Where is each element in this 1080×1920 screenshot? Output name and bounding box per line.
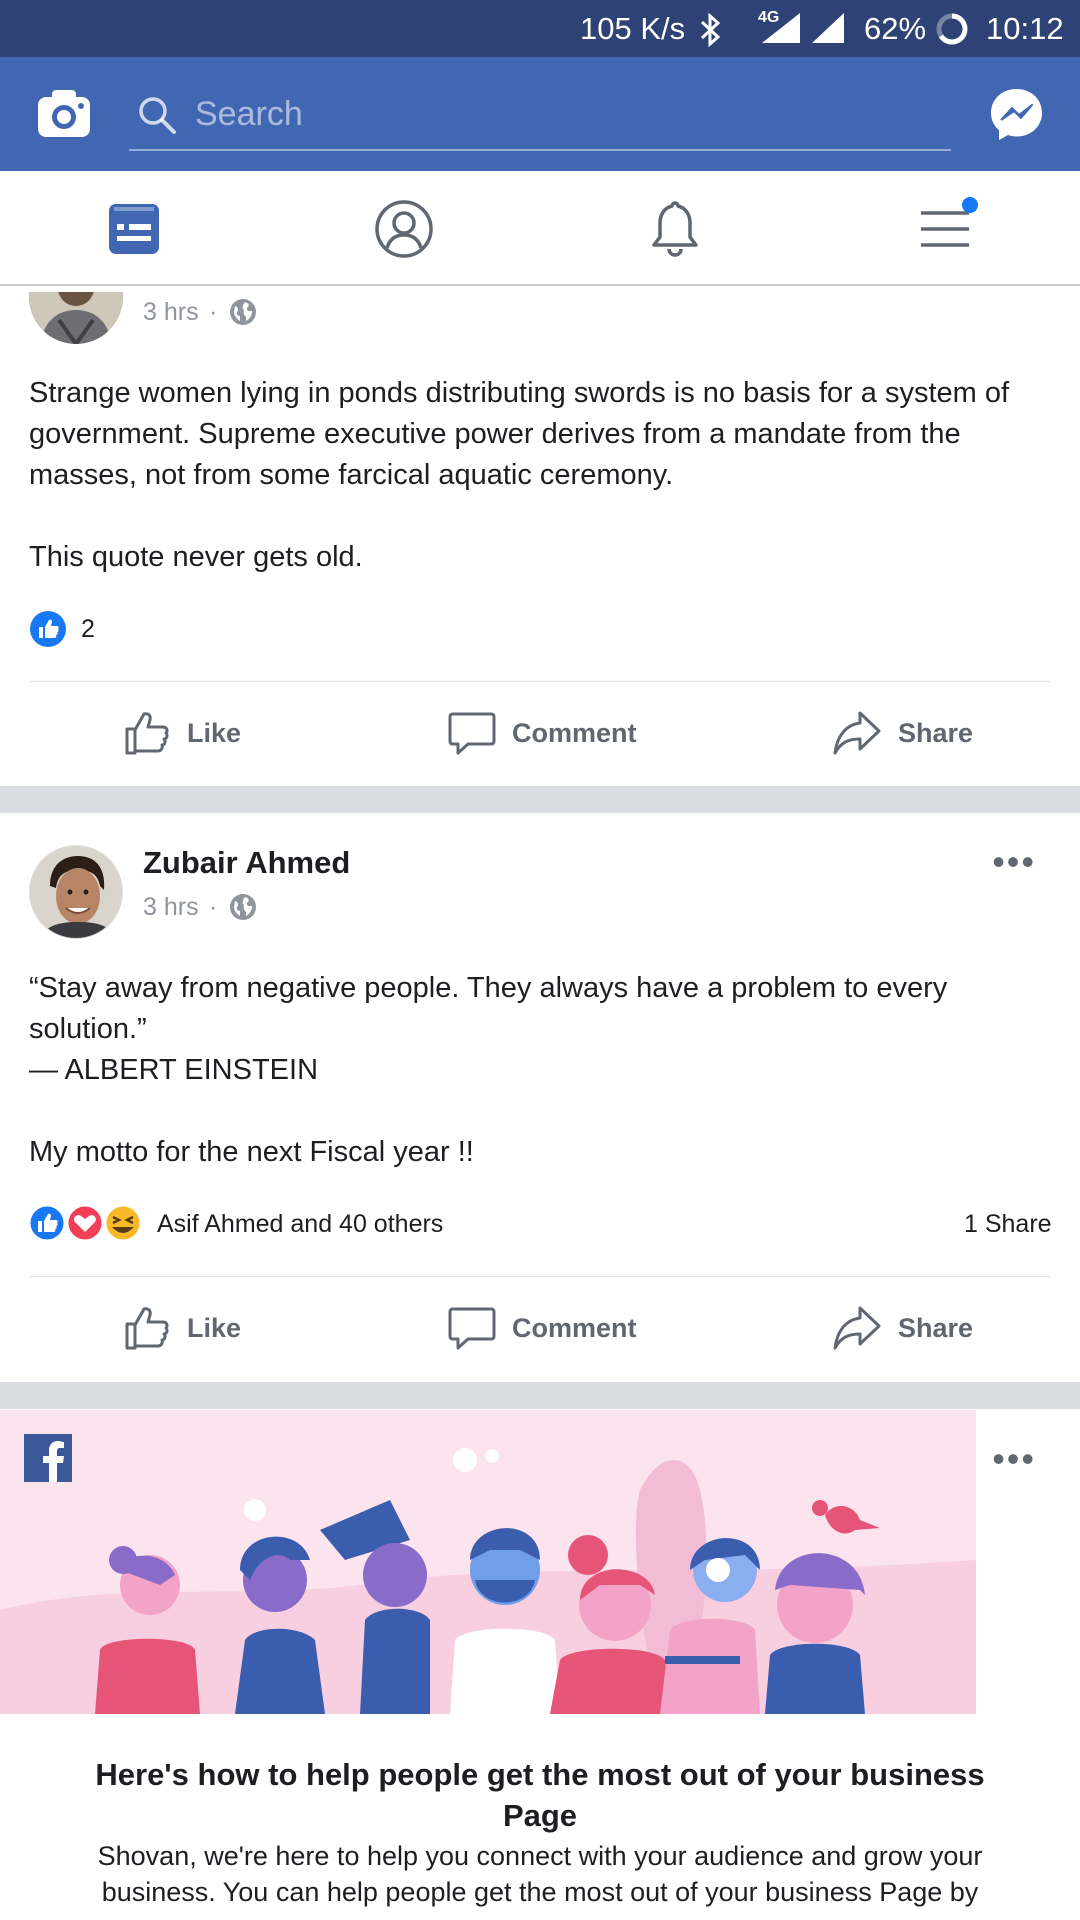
like-label: Like (187, 717, 242, 748)
share-icon (833, 1306, 881, 1350)
status-bar: 105 K/s 4G 62% 10:12 (0, 0, 1080, 57)
post-2-divider (29, 1276, 1051, 1277)
post-2-comment-button[interactable]: Comment (448, 1298, 637, 1358)
battery-ring-icon (936, 13, 968, 45)
post-2-time: 3 hrs (143, 893, 199, 921)
share-label: Share (898, 1312, 974, 1343)
like-reaction-icon (30, 611, 66, 647)
post-1-text: Strange women lying in ponds distributin… (29, 377, 1010, 573)
clock: 10:12 (986, 11, 1064, 46)
battery-percent: 62% (864, 11, 927, 46)
news-feed-icon (109, 204, 159, 254)
search-icon (139, 97, 176, 134)
card-more-options-icon[interactable]: ••• (992, 1441, 1036, 1477)
meta-dot: · (209, 893, 218, 921)
post-2-reactions-text[interactable]: Asif Ahmed and 40 others (157, 1210, 443, 1239)
post-1-reaction-count[interactable]: 2 (81, 615, 95, 644)
menu-icon (921, 197, 978, 247)
network-speed: 105 K/s (580, 11, 686, 46)
post-2-text: “Stay away from negative people. They al… (29, 972, 948, 1168)
share-icon (833, 711, 881, 755)
meta-dot: · (209, 298, 218, 326)
tab-notifications[interactable] (643, 197, 707, 261)
post-1-like-button[interactable]: Like (123, 703, 241, 763)
feed-separator (0, 786, 1080, 813)
bell-icon (652, 201, 698, 257)
notification-dot (962, 197, 978, 213)
like-label: Like (187, 1312, 242, 1343)
post-1-time: 3 hrs (143, 298, 199, 326)
reactions-icons[interactable] (27, 1203, 143, 1243)
bluetooth-icon (700, 13, 721, 47)
signal-icon-2 (812, 13, 844, 43)
post-2-avatar[interactable] (29, 845, 123, 939)
tab-profile[interactable] (372, 197, 436, 261)
comment-label: Comment (512, 1312, 637, 1343)
profile-icon (375, 200, 433, 258)
facebook-logo-icon (24, 1434, 72, 1482)
app-header: Search (0, 57, 1080, 171)
globe-icon (230, 299, 256, 325)
post-2-author[interactable]: Zubair Ahmed (143, 845, 350, 881)
post-1-share-button[interactable]: Share (832, 703, 973, 763)
thumbs-up-icon (125, 1307, 169, 1350)
nav-tabs (0, 171, 1080, 286)
search-placeholder: Search (195, 95, 303, 133)
business-illustration[interactable] (0, 1410, 976, 1714)
messenger-icon[interactable] (988, 86, 1045, 143)
post-2-share-button[interactable]: Share (832, 1298, 973, 1358)
post-2-like-button[interactable]: Like (123, 1298, 241, 1358)
comment-icon (448, 712, 496, 755)
share-label: Share (898, 717, 974, 748)
card-body: Shovan, we're here to help you connect w… (97, 1841, 983, 1907)
comment-label: Comment (512, 717, 637, 748)
signal-icon (762, 13, 800, 43)
camera-icon[interactable] (36, 87, 92, 139)
post-2-more-options-icon[interactable]: ••• (992, 844, 1036, 880)
tab-news-feed[interactable] (102, 197, 166, 261)
search-input[interactable]: Search (129, 79, 951, 151)
thumbs-up-icon (125, 712, 169, 755)
card-title: Here's how to help people get the most o… (95, 1757, 985, 1833)
post-2-share-count[interactable]: 1 Share (964, 1210, 1052, 1239)
post-1-comment-button[interactable]: Comment (448, 703, 637, 763)
comment-icon (448, 1307, 496, 1350)
post-1-divider (29, 681, 1051, 682)
tab-menu[interactable] (913, 197, 978, 261)
feed-separator (0, 1382, 1080, 1409)
globe-icon (230, 894, 256, 920)
